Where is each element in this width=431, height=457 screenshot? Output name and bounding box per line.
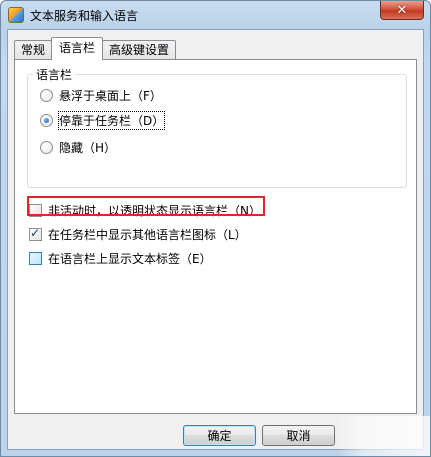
close-button[interactable]: ✕: [380, 1, 424, 20]
tab-panel-language-bar: 语言栏 悬浮于桌面上（F） 停靠于任务栏（D） 隐藏（H） 非活动时，以透明状态…: [14, 59, 417, 414]
radio-label: 隐藏（H）: [59, 141, 117, 155]
checkbox-label: 在任务栏中显示其他语言栏图标（L）: [48, 228, 247, 242]
cancel-button[interactable]: 取消: [262, 425, 335, 446]
radio-dock-in-taskbar[interactable]: 停靠于任务栏（D）: [40, 111, 166, 130]
title-bar[interactable]: 文本服务和输入语言 ✕: [1, 1, 430, 29]
group-legend: 语言栏: [33, 66, 76, 83]
tab-language-bar[interactable]: 语言栏: [51, 37, 104, 60]
radio-button[interactable]: [40, 89, 53, 102]
app-icon: [8, 7, 24, 23]
blurred-address-watermark: [234, 9, 326, 20]
checkbox-label: 在语言栏上显示文本标签（E）: [48, 252, 212, 266]
tab-general[interactable]: 常规: [14, 40, 53, 60]
checkbox[interactable]: [29, 204, 42, 217]
close-icon: ✕: [396, 2, 408, 18]
checkbox[interactable]: [29, 226, 42, 241]
window-title: 文本服务和输入语言: [30, 9, 139, 23]
dialog-window: 文本服务和输入语言 ✕ 常规 语言栏 高级键设置 语言栏 悬浮于桌面上（F） 停…: [0, 0, 431, 457]
tab-strip: 常规 语言栏 高级键设置: [14, 37, 177, 60]
radio-label: 停靠于任务栏（D）: [57, 111, 166, 130]
checkbox-show-additional-icons[interactable]: 在任务栏中显示其他语言栏图标（L）: [29, 226, 247, 243]
dialog-client-area: 常规 语言栏 高级键设置 语言栏 悬浮于桌面上（F） 停靠于任务栏（D） 隐藏（…: [7, 29, 424, 450]
radio-button[interactable]: [40, 114, 53, 127]
radio-label: 悬浮于桌面上（F）: [59, 89, 162, 103]
checkbox-label: 非活动时，以透明状态显示语言栏（N）: [48, 204, 261, 218]
radio-hidden[interactable]: 隐藏（H）: [40, 139, 116, 156]
radio-button[interactable]: [40, 141, 53, 154]
checkbox-show-text-labels[interactable]: 在语言栏上显示文本标签（E）: [29, 250, 212, 267]
radio-float-on-desktop[interactable]: 悬浮于桌面上（F）: [40, 87, 162, 104]
tab-advanced-key-settings[interactable]: 高级键设置: [102, 40, 177, 60]
ok-button[interactable]: 确定: [183, 425, 256, 446]
checkbox[interactable]: [29, 252, 42, 265]
checkbox-transparent-when-inactive[interactable]: 非活动时，以透明状态显示语言栏（N）: [29, 202, 261, 219]
